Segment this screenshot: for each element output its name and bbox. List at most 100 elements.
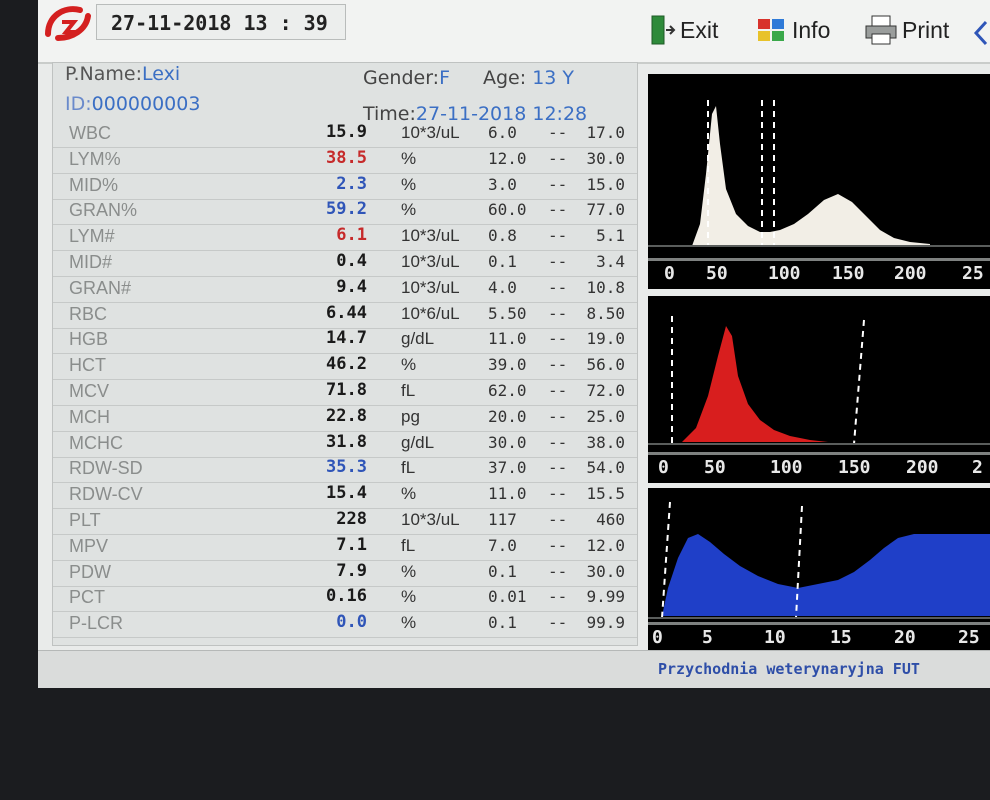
result-value: 0.0 (336, 612, 367, 633)
result-row: PLT 228 10*3/uL 117 -- 460 (53, 508, 637, 535)
result-range-high: 10.8 (586, 277, 625, 297)
result-name: MCHC (69, 432, 123, 453)
plt-tick: 10 (764, 627, 786, 648)
result-range-low: 39.0 (488, 355, 527, 375)
result-unit: % (401, 200, 417, 220)
result-unit: % (401, 355, 417, 375)
plt-tick: 25 (958, 627, 980, 648)
result-unit: 10*3/uL (401, 252, 460, 271)
result-range-low: 117 (488, 510, 517, 529)
result-range-high: 3.4 (596, 252, 625, 271)
print-button[interactable]: Print (864, 12, 949, 48)
patient-age: Age: 13 Y (483, 67, 574, 89)
wbc-histogram: 0 50 100 150 200 25 (648, 74, 990, 289)
result-name: HGB (69, 329, 109, 350)
result-name: RDW-SD (69, 458, 143, 479)
result-name: MID% (69, 174, 118, 195)
result-range-low: 0.1 (488, 613, 517, 633)
result-name: MID# (69, 252, 113, 272)
result-range-separator: -- (548, 200, 568, 220)
result-range-high: 54.0 (586, 458, 625, 478)
plt-histogram-curve (662, 534, 990, 616)
result-range-low: 60.0 (488, 200, 527, 220)
result-name: RDW-CV (69, 484, 143, 505)
result-range-low: 30.0 (488, 432, 527, 452)
result-range-high: 12.0 (586, 535, 625, 555)
result-unit: % (401, 174, 417, 194)
patient-id-value: 000000003 (91, 93, 201, 115)
result-range-low: 20.0 (488, 406, 527, 426)
result-unit: 10*3/uL (401, 123, 460, 142)
result-unit: 10*6/uL (401, 303, 460, 323)
result-row: MCHC 31.8 g/dL 30.0 -- 38.0 (53, 431, 637, 458)
result-name: WBC (69, 123, 111, 143)
exit-button[interactable]: Exit (650, 12, 718, 48)
result-name: MCH (69, 406, 110, 427)
result-name: MCV (69, 381, 109, 401)
result-unit: % (401, 484, 417, 504)
exit-label: Exit (680, 16, 719, 43)
result-value: 14.7 (326, 328, 367, 349)
result-unit: % (401, 561, 417, 581)
result-range-low: 62.0 (488, 381, 527, 400)
result-name: LYM% (69, 148, 121, 169)
top-toolbar: 27-11-2018 13 : 39 Exit Info Print (38, 0, 990, 64)
result-range-low: 7.0 (488, 535, 517, 555)
result-range-high: 9.99 (586, 587, 625, 607)
result-value: 71.8 (326, 380, 367, 400)
plt-histogram-plot (648, 501, 990, 619)
result-range-low: 6.0 (488, 123, 517, 142)
wbc-axis: 0 50 100 150 200 25 (648, 258, 990, 289)
result-value: 15.9 (326, 122, 367, 142)
arrow-icon[interactable] (972, 18, 990, 48)
patient-name: P.Name:Lexi (65, 63, 180, 85)
result-value: 0.16 (326, 586, 367, 607)
result-name: MPV (69, 535, 109, 556)
plt-tick: 15 (830, 627, 852, 648)
result-name: GRAN# (69, 277, 132, 298)
result-unit: % (401, 148, 417, 168)
result-range-separator: -- (548, 587, 568, 607)
result-range-high: 38.0 (586, 432, 625, 452)
result-name: RBC (69, 303, 108, 324)
rbc-tick: 2 (972, 457, 983, 478)
result-row: RBC 6.44 10*6/uL 5.50 -- 8.50 (53, 302, 637, 329)
result-range-high: 77.0 (586, 200, 625, 220)
result-row: RDW-SD 35.3 fL 37.0 -- 54.0 (53, 456, 637, 484)
info-label: Info (792, 16, 831, 43)
result-range-high: 8.50 (586, 303, 625, 323)
result-unit: 10*3/uL (401, 510, 460, 529)
result-value: 15.4 (326, 483, 367, 504)
result-range-separator: -- (548, 226, 568, 246)
result-range-high: 15.5 (586, 484, 625, 504)
result-range-separator: -- (548, 123, 568, 142)
patient-gender: Gender:F (363, 67, 450, 89)
result-value: 7.9 (336, 560, 367, 581)
result-value: 6.1 (336, 225, 367, 246)
clinic-name: Przychodnia weterynaryjna FUT (658, 660, 920, 678)
result-range-low: 0.1 (488, 561, 517, 581)
result-row: MCH 22.8 pg 20.0 -- 25.0 (53, 405, 637, 432)
result-name: P-LCR (69, 613, 124, 634)
result-value: 2.3 (336, 173, 367, 194)
result-value: 9.4 (336, 276, 367, 297)
rbc-tick: 200 (906, 457, 939, 478)
result-range-high: 5.1 (596, 226, 625, 246)
exit-door-icon (651, 15, 676, 45)
result-unit: fL (401, 458, 416, 478)
result-row: HGB 14.7 g/dL 11.0 -- 19.0 (53, 327, 637, 355)
result-range-separator: -- (548, 510, 568, 529)
result-value: 38.5 (326, 147, 367, 168)
result-row: PDW 7.9% 0.1 -- 30.0 (53, 560, 637, 587)
info-button[interactable]: Info (756, 12, 830, 48)
rbc-histogram: 0 50 100 150 200 2 (648, 296, 990, 483)
result-name: PCT (69, 587, 105, 608)
results-panel: P.Name:Lexi Gender:F Age: 13 Y ID:000000… (52, 62, 638, 646)
result-name: HCT (69, 355, 106, 376)
result-range-separator: -- (548, 174, 568, 194)
wbc-histogram-curve (692, 106, 930, 246)
patient-gender-label: Gender: (363, 67, 440, 89)
wbc-tick: 50 (706, 263, 728, 284)
result-value: 46.2 (326, 354, 367, 375)
wbc-histogram-plot (648, 100, 990, 247)
